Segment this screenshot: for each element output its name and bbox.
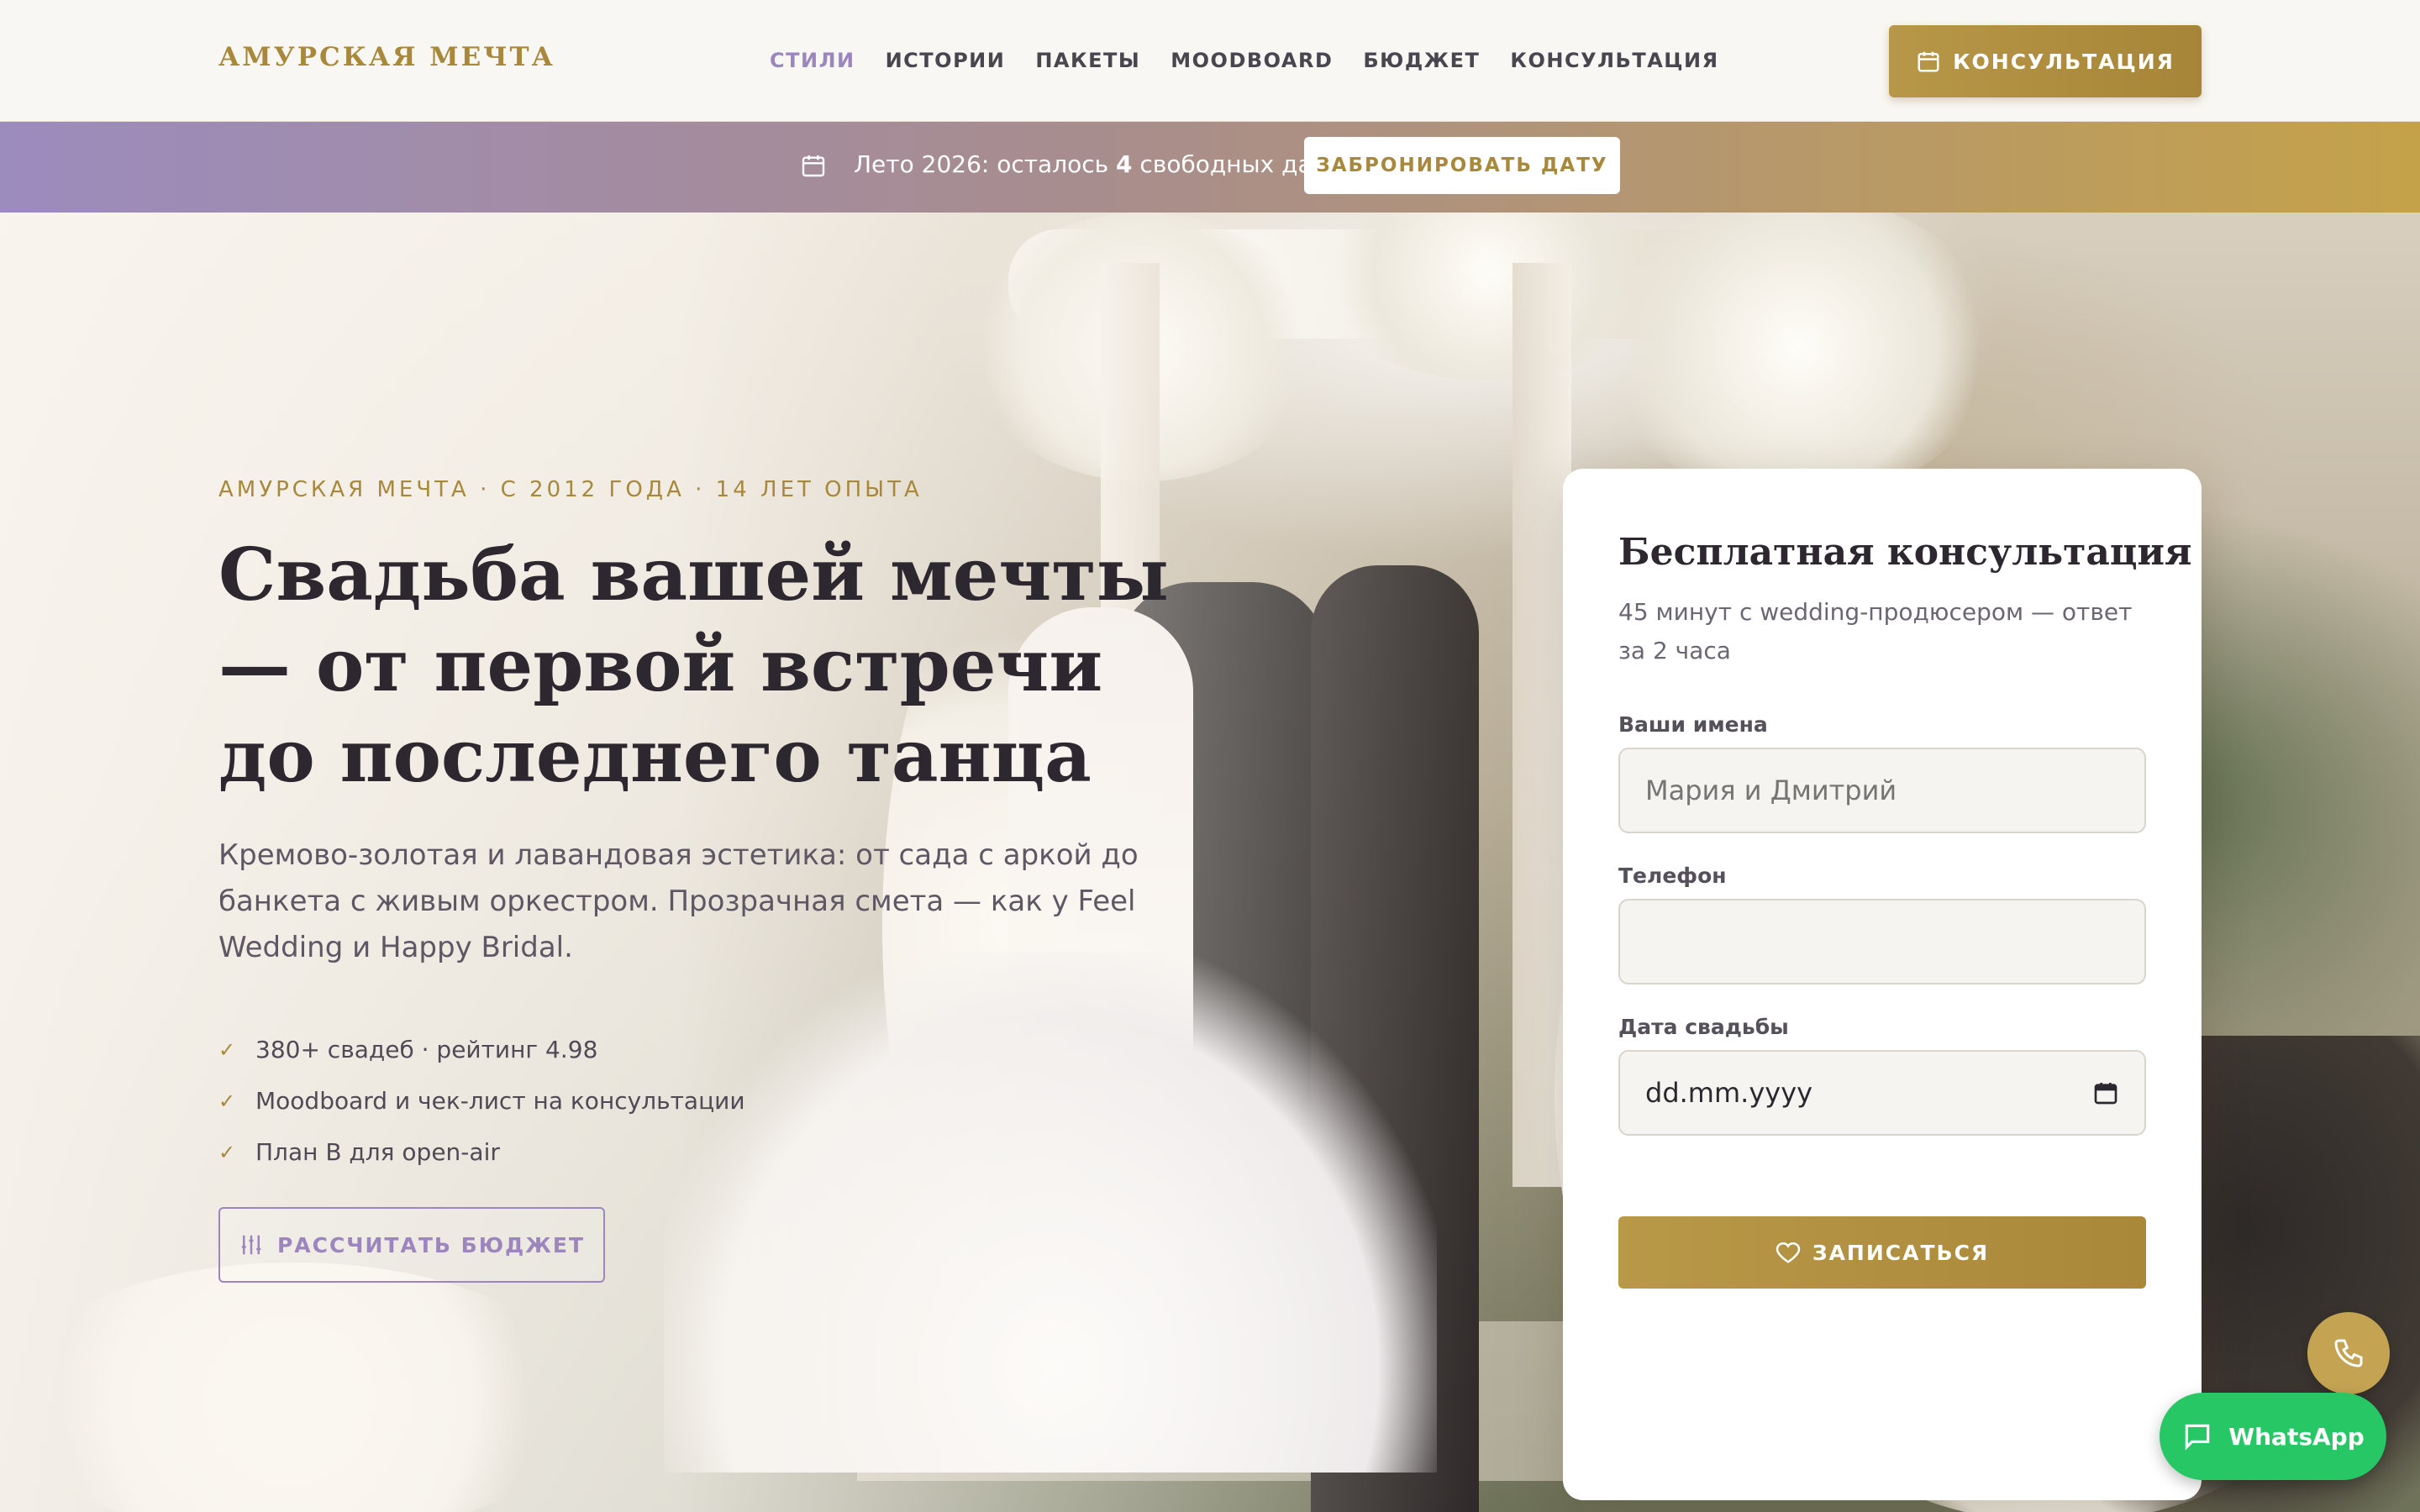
heart-icon — [1776, 1242, 1801, 1263]
nav-item-budget[interactable]: БЮДЖЕТ — [1363, 49, 1480, 72]
check-icon: ✓ — [218, 1140, 236, 1164]
main-nav: СТИЛИ ИСТОРИИ ПАКЕТЫ MOODBOARD БЮДЖЕТ КО… — [770, 49, 1719, 72]
benefit-item: ✓ План B для open-air — [218, 1138, 500, 1166]
sliders-icon — [241, 1235, 261, 1255]
calendar-icon[interactable] — [2092, 1079, 2119, 1106]
hero-section: АМУРСКАЯ МЕЧТА · С 2012 ГОДА · 14 ЛЕТ ОП… — [0, 213, 2420, 1512]
header-consultation-label: КОНСУЛЬТАЦИЯ — [1953, 49, 2175, 74]
phone-icon — [2334, 1339, 2363, 1368]
header-consultation-button[interactable]: КОНСУЛЬТАЦИЯ — [1889, 25, 2202, 97]
call-button[interactable] — [2307, 1312, 2390, 1394]
check-icon: ✓ — [218, 1037, 236, 1062]
submit-button[interactable]: ЗАПИСАТЬСЯ — [1618, 1216, 2146, 1289]
wedding-date-input[interactable]: dd.mm.yyyy — [1618, 1050, 2146, 1136]
nav-item-packages[interactable]: ПАКЕТЫ — [1035, 49, 1140, 72]
check-icon: ✓ — [218, 1089, 236, 1113]
hero-lead: Кремово-золотая и лавандовая эстетика: о… — [218, 838, 1139, 964]
nav-item-stories[interactable]: ИСТОРИИ — [886, 49, 1006, 72]
nav-item-moodboard[interactable]: MOODBOARD — [1171, 49, 1333, 72]
nav-item-styles[interactable]: СТИЛИ — [770, 49, 855, 72]
promo-bar: Лето 2026: осталось 4 свободных дат ЗАБР… — [0, 122, 2420, 213]
form-title: Бесплатная консультация — [1618, 531, 2192, 574]
form-subtitle: 45 минут с wedding-продюсером — ответ за… — [1618, 598, 2133, 664]
promo-text: Лето 2026: осталось 4 свободных дат — [854, 150, 1326, 178]
phone-input[interactable] — [1618, 899, 2146, 984]
benefit-item: ✓ Moodboard и чек-лист на консультации — [218, 1087, 745, 1115]
names-label: Ваши имена — [1618, 712, 1768, 737]
hero-title: Свадьба вашей мечты — от первой встречи … — [218, 533, 1169, 799]
phone-label: Телефон — [1618, 864, 1727, 888]
whatsapp-button[interactable]: WhatsApp — [2160, 1393, 2386, 1480]
nav-item-consultation[interactable]: КОНСУЛЬТАЦИЯ — [1510, 49, 1718, 72]
names-input[interactable] — [1618, 748, 2146, 833]
chat-icon — [2185, 1424, 2210, 1451]
hero-eyebrow: АМУРСКАЯ МЕЧТА · С 2012 ГОДА · 14 ЛЕТ ОП… — [218, 477, 923, 502]
calendar-icon — [1918, 51, 1939, 72]
book-date-button[interactable]: ЗАБРОНИРОВАТЬ ДАТУ — [1304, 137, 1620, 194]
benefit-item: ✓ 380+ свадеб · рейтинг 4.98 — [218, 1036, 598, 1063]
calculate-budget-button[interactable]: РАССЧИТАТЬ БЮДЖЕТ — [218, 1207, 605, 1283]
site-header: АМУРСКАЯ МЕЧТА СТИЛИ ИСТОРИИ ПАКЕТЫ MOOD… — [0, 0, 2420, 122]
free-dates-count: 4 — [1116, 150, 1133, 178]
hero-benefits-list: ✓ 380+ свадеб · рейтинг 4.98 ✓ Moodboard и… — [218, 1024, 745, 1178]
calendar-icon — [802, 155, 825, 177]
logo[interactable]: АМУРСКАЯ МЕЧТА — [218, 42, 555, 72]
consultation-form-card: Бесплатная консультация 45 минут с weddi… — [1563, 469, 2202, 1500]
date-label: Дата свадьбы — [1618, 1015, 1789, 1039]
